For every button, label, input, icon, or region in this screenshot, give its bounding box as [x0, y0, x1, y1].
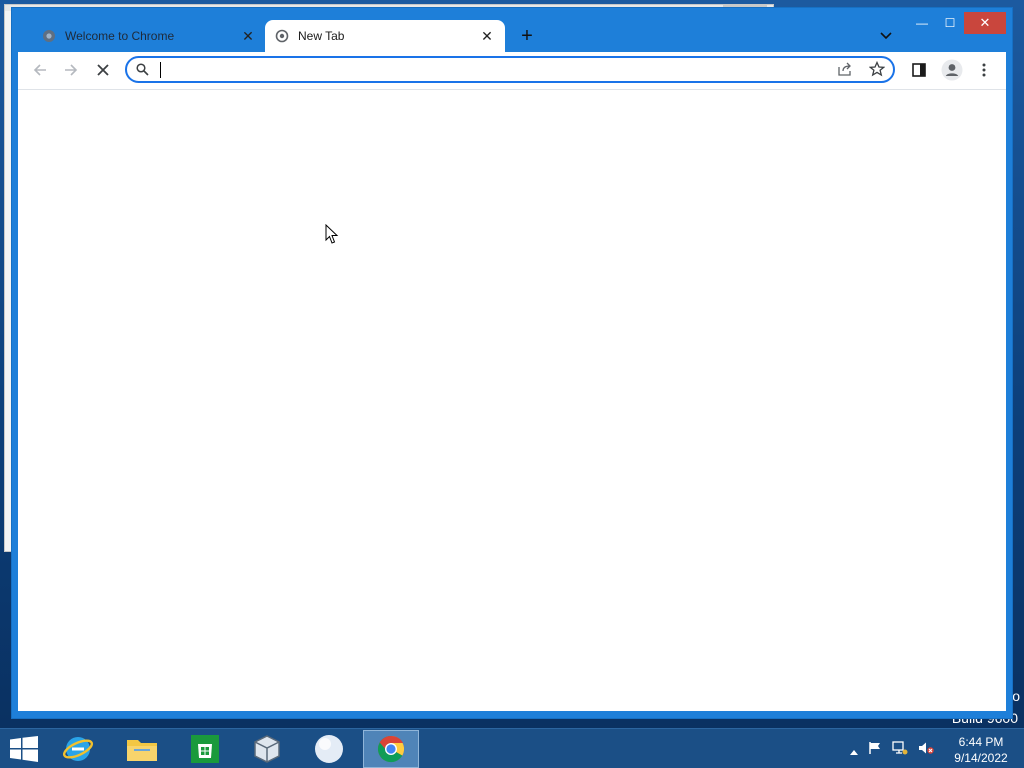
tab-new-tab[interactable]: New Tab ✕ [265, 20, 505, 52]
profile-avatar-icon [941, 59, 963, 81]
minimize-button[interactable]: — [908, 12, 936, 34]
chrome-favicon-icon [42, 29, 56, 43]
side-panel-button[interactable] [905, 56, 933, 84]
side-panel-icon [912, 63, 926, 77]
close-window-button[interactable]: ✕ [964, 12, 1006, 34]
menu-button[interactable] [970, 56, 998, 84]
file-explorer-icon [127, 740, 157, 761]
forward-arrow-icon [65, 64, 78, 76]
taskbar-clock[interactable]: 6:44 PM 9/14/2022 [944, 734, 1018, 766]
address-input[interactable] [159, 60, 803, 81]
page-content-area[interactable] [18, 90, 1006, 711]
tab-welcome-close-icon[interactable]: ✕ [240, 28, 256, 44]
virtualbox-icon [254, 735, 280, 763]
stop-x-icon [97, 64, 109, 76]
tab-new-tab-close-icon[interactable]: ✕ [479, 28, 495, 44]
profile-button[interactable] [938, 56, 966, 84]
text-caret [160, 62, 161, 78]
show-hidden-icons-icon[interactable] [850, 742, 858, 760]
chrome-icon [377, 735, 405, 763]
forward-button[interactable] [57, 56, 85, 84]
chrome-window: Welcome to Chrome ✕ New Tab ✕ + — ☐ ✕ [12, 8, 1012, 718]
maximize-button[interactable]: ☐ [937, 12, 963, 34]
bookmark-star-icon[interactable] [868, 60, 886, 82]
new-tab-button[interactable]: + [517, 25, 537, 47]
taskbar-internet-explorer[interactable] [50, 730, 106, 768]
back-button[interactable] [26, 56, 54, 84]
kebab-menu-icon [982, 63, 986, 77]
loading-favicon-icon [275, 29, 289, 43]
back-arrow-icon [33, 64, 46, 76]
taskbar: 6:44 PM 9/14/2022 [0, 728, 1024, 768]
tab-welcome[interactable]: Welcome to Chrome ✕ [32, 20, 266, 52]
taskbar-file-explorer[interactable] [114, 730, 170, 768]
taskbar-disc[interactable] [301, 730, 357, 768]
start-button[interactable] [8, 735, 40, 763]
system-tray [850, 741, 934, 760]
windows-logo-icon [10, 736, 38, 762]
tab-new-tab-label: New Tab [298, 29, 345, 43]
internet-explorer-icon [62, 737, 94, 761]
browser-toolbar [18, 52, 1006, 90]
taskbar-store[interactable] [177, 730, 233, 768]
taskbar-virtualbox[interactable] [239, 730, 295, 768]
address-bar[interactable] [125, 56, 895, 83]
clock-time: 6:44 PM [958, 735, 1004, 749]
stop-loading-button[interactable] [89, 56, 117, 84]
tab-welcome-label: Welcome to Chrome [65, 29, 175, 43]
tab-search-chevron-icon[interactable] [876, 26, 896, 46]
tab-strip: Welcome to Chrome ✕ New Tab ✕ + — ☐ ✕ [12, 8, 1012, 52]
taskbar-chrome[interactable] [363, 730, 419, 768]
action-center-flag-icon[interactable] [868, 741, 882, 760]
disc-icon [315, 735, 343, 763]
clock-date: 9/14/2022 [954, 751, 1008, 765]
share-icon[interactable] [837, 62, 853, 81]
mouse-cursor-icon [325, 223, 339, 249]
store-icon [191, 735, 219, 763]
watermark-partial-text: o [1012, 688, 1020, 704]
volume-muted-icon[interactable] [918, 741, 934, 760]
search-icon [136, 63, 149, 81]
network-icon[interactable] [892, 741, 908, 760]
